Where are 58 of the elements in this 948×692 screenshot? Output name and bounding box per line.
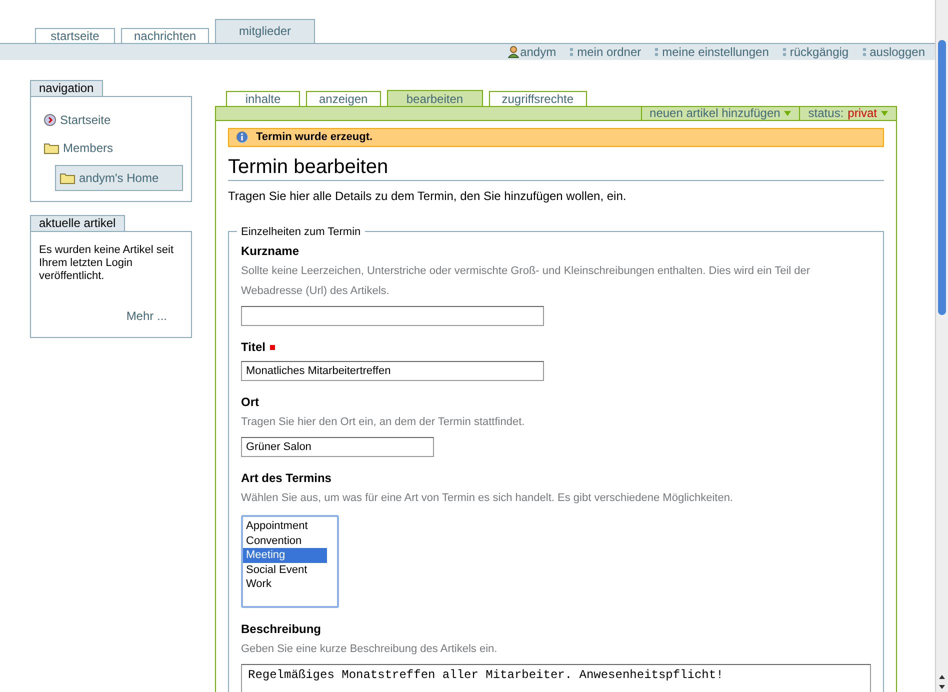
status-menu[interactable]: status: privat xyxy=(799,107,896,120)
field-help: Tragen Sie hier den Ort ein, an dem der Termin stattfindet. xyxy=(241,415,526,430)
folder-icon xyxy=(44,142,59,154)
arrow-circle-icon xyxy=(44,114,56,126)
user-menu-link[interactable]: ausloggen xyxy=(870,43,925,61)
field-help: Geben Sie eine kurze Beschreibung des Artikels ein. xyxy=(241,642,498,657)
scrollbar[interactable] xyxy=(935,0,948,692)
content-tab[interactable]: bearbeiten xyxy=(386,90,483,106)
field-label: Art des Termins xyxy=(241,470,332,487)
field-label: Kurzname xyxy=(241,243,300,260)
field-label: Beschreibung xyxy=(241,621,322,638)
bullet-icon xyxy=(570,48,574,56)
section-tab[interactable]: startseite xyxy=(35,28,115,43)
user-menu-link[interactable]: mein ordner xyxy=(577,43,642,61)
nav-link[interactable]: Members xyxy=(39,135,183,161)
section-tab[interactable]: nachrichten xyxy=(121,28,210,43)
field-help: Wählen Sie aus, um was für eine Art von Termin es sich handelt. Es gibt verschiedene Möglichkeiten. xyxy=(241,491,734,506)
portlet-title: navigation xyxy=(30,80,103,96)
nav-link[interactable]: Startseite xyxy=(39,107,183,133)
list-option[interactable]: Appointment xyxy=(243,519,327,534)
user-link[interactable]: andym xyxy=(520,43,556,61)
caret-icon xyxy=(784,111,792,116)
list-option[interactable]: Social Event xyxy=(243,562,327,577)
folder-icon xyxy=(60,172,75,184)
list-option[interactable]: Convention xyxy=(243,534,327,548)
field-label: Ort xyxy=(241,394,259,411)
required-marker xyxy=(270,344,276,350)
content-tab[interactable]: inhalte xyxy=(226,91,300,106)
add-item-menu[interactable]: neuen artikel hinzufügen xyxy=(640,107,800,120)
page-heading: Termin bearbeiten xyxy=(228,154,884,180)
recent-text: Es wurden keine Artikel seit Ihrem letzten Login veröffentlicht. xyxy=(39,243,175,283)
nav-link[interactable]: andym's Home xyxy=(55,165,183,191)
page-description: Tragen Sie hier alle Details zu dem Termin, den Sie hinzufügen wollen, ein. xyxy=(228,188,628,204)
field-help: Sollte keine Leerzeichen, Unterstriche oder vermischte Groß- und Kleinschreibungen enthalten. Dies wird ein Teil der Webadresse (Url) des Artikels. xyxy=(241,264,812,299)
bullet-icon xyxy=(655,48,660,56)
caret-icon xyxy=(881,111,888,116)
scrollbar-thumb[interactable] xyxy=(938,40,946,315)
content-tab[interactable]: anzeigen xyxy=(306,91,381,106)
bullet-icon xyxy=(862,48,867,56)
message-text: Termin wurde erzeugt. xyxy=(256,130,373,145)
content-tab[interactable]: zugriffsrechte xyxy=(488,91,587,106)
field-label: Titel xyxy=(241,339,266,356)
section-tab[interactable]: mitglieder xyxy=(215,19,316,43)
user-menu-link[interactable]: meine einstellungen xyxy=(662,43,769,61)
more-link[interactable]: Mehr ... xyxy=(126,307,167,325)
type-listbox[interactable]: Appointment Convention Meeting Social Event Work xyxy=(241,515,339,608)
fieldset-legend: Einzelheiten zum Termin xyxy=(237,224,365,240)
list-option[interactable]: Work xyxy=(243,577,327,592)
bullet-icon xyxy=(782,48,787,56)
description-textarea[interactable]: Regelmäßiges Monatstreffen aller Mitarbeiter. Anwesenheitspflicht! xyxy=(241,664,871,692)
user-icon xyxy=(508,46,520,58)
portlet-title: aktuelle artikel xyxy=(30,215,125,231)
text-field[interactable] xyxy=(241,306,544,326)
info-icon xyxy=(236,131,248,144)
text-field[interactable]: Grüner Salon xyxy=(241,437,434,457)
user-menu-link[interactable]: rückgängig xyxy=(790,43,849,61)
text-field[interactable]: Monatliches Mitarbeitertreffen xyxy=(241,361,544,381)
list-option[interactable]: Meeting xyxy=(243,548,327,562)
